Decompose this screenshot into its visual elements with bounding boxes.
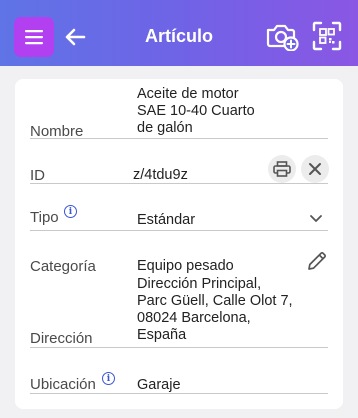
edit-pencil-icon[interactable] <box>306 250 328 272</box>
categoria-value[interactable]: Equipo pesado <box>137 258 234 275</box>
tipo-underline <box>30 230 328 231</box>
ubicacion-underline <box>30 393 328 394</box>
direccion-underline <box>30 347 328 348</box>
add-photo-button[interactable] <box>264 20 300 52</box>
id-label: ID <box>30 167 45 184</box>
tipo-info-icon[interactable]: i <box>64 205 77 218</box>
tipo-value[interactable]: Estándar <box>137 212 195 229</box>
camera-add-icon <box>266 24 299 51</box>
back-arrow-icon <box>65 28 86 46</box>
page-title: Artículo <box>144 26 213 46</box>
nombre-underline <box>30 138 328 139</box>
app-bar: Artículo <box>0 0 358 66</box>
ubicacion-info-icon[interactable]: i <box>102 372 115 385</box>
qr-scan-icon <box>312 21 342 51</box>
direccion-line: Dirección Principal, <box>137 276 262 292</box>
direccion-line: Parc Güell, Calle Olot 7, <box>137 293 293 309</box>
direccion-line: 08024 Barcelona, <box>137 310 251 326</box>
nombre-line: SAE 10-40 Cuarto <box>137 103 255 119</box>
nombre-value[interactable]: Aceite de motor SAE 10-40 Cuarto de galó… <box>137 86 255 137</box>
print-button[interactable] <box>268 155 296 183</box>
close-icon <box>309 163 321 175</box>
printer-icon <box>273 161 291 177</box>
categoria-label: Categoría <box>30 258 96 275</box>
direccion-line: España <box>137 327 187 343</box>
back-button[interactable] <box>62 24 88 50</box>
scan-button[interactable] <box>310 20 344 52</box>
clear-id-button[interactable] <box>301 155 329 183</box>
nombre-line: de galón <box>137 120 193 136</box>
item-details-card: Nombre Aceite de motor SAE 10-40 Cuarto … <box>15 79 343 409</box>
tipo-label: Tipo <box>30 209 59 226</box>
id-value[interactable]: z/4tdu9z <box>133 167 188 184</box>
direccion-value[interactable]: Dirección Principal, Parc Güell, Calle O… <box>137 276 293 344</box>
ubicacion-label: Ubicación <box>30 376 96 393</box>
id-underline <box>30 183 328 184</box>
ubicacion-value[interactable]: Garaje <box>137 377 181 394</box>
menu-button[interactable] <box>14 17 54 57</box>
chevron-down-icon[interactable] <box>309 214 323 224</box>
menu-icon <box>25 30 43 45</box>
nombre-line: Aceite de motor <box>137 86 239 102</box>
direccion-label: Dirección <box>30 330 93 347</box>
